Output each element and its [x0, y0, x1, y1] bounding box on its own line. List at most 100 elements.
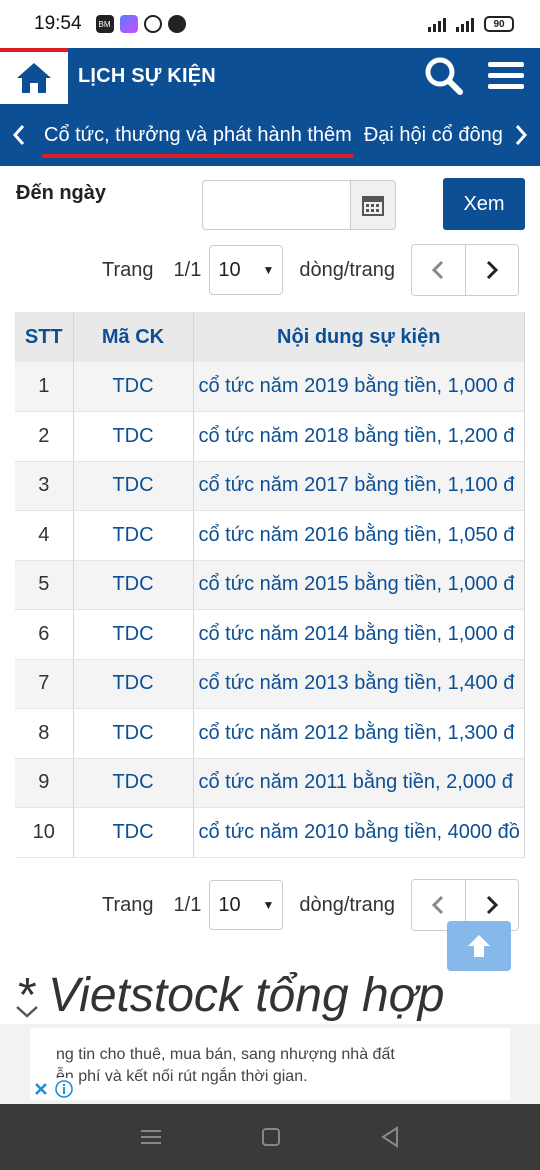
tab-label: Đại hội cổ đông: [363, 123, 502, 146]
table-row: 7 TDC cổ tức năm 2013 bằng tiền, 1,400 đ: [15, 659, 525, 709]
cell-ma-ck[interactable]: TDC: [73, 461, 194, 511]
table-row: 1 TDC cổ tức năm 2019 bằng tiền, 1,000 đ: [15, 362, 525, 412]
cell-ma-ck[interactable]: TDC: [73, 758, 194, 808]
tab-bar: Cổ tức, thưởng và phát hành thêm Đại hội…: [0, 104, 540, 166]
cell-ma-ck[interactable]: TDC: [73, 411, 194, 462]
col-header-stt: STT: [15, 312, 74, 362]
page-number: 1/1: [173, 258, 202, 281]
status-time: 19:54: [34, 13, 82, 34]
battery-icon: 90: [484, 16, 514, 32]
cell-ma-ck[interactable]: TDC: [73, 560, 194, 610]
signal-icon-2: [456, 16, 474, 32]
cell-ma-ck[interactable]: TDC: [73, 659, 194, 709]
scroll-top-button[interactable]: [447, 921, 511, 971]
system-nav-bar: [0, 1104, 540, 1170]
tab-dai-hoi-co-dong[interactable]: Đại hội cổ đông: [358, 104, 502, 166]
cell-noi-dung[interactable]: cổ tức năm 2018 bằng tiền, 1,200 đ: [193, 411, 525, 462]
table-row: 9 TDC cổ tức năm 2011 bằng tiền, 2,000 đ: [15, 758, 525, 808]
page-title: LỊCH SỰ KIỆN: [78, 64, 216, 87]
info-icon: [55, 1080, 73, 1098]
home-icon: [17, 63, 51, 93]
table-row: 5 TDC cổ tức năm 2015 bằng tiền, 1,000 đ: [15, 560, 525, 610]
col-header-noi-dung: Nội dung sự kiện: [193, 312, 525, 362]
ad-close-button[interactable]: [30, 1078, 52, 1100]
signal-icon: [428, 16, 446, 32]
app-icon: [119, 15, 138, 33]
home-nav-icon[interactable]: [261, 1127, 281, 1147]
cell-stt: 1: [15, 362, 74, 412]
table-header-row: STT Mã CK Nội dung sự kiện: [15, 312, 525, 362]
cell-noi-dung[interactable]: cổ tức năm 2015 bằng tiền, 1,000 đ: [193, 560, 525, 610]
status-bar: 19:54 BM 90: [0, 0, 540, 48]
table-row: 6 TDC cổ tức năm 2014 bằng tiền, 1,000 đ: [15, 609, 525, 660]
table-row: 10 TDC cổ tức năm 2010 bằng tiền, 4000 đ…: [15, 807, 525, 858]
page-nav: [410, 244, 519, 296]
dropdown-arrow-icon: ▼: [262, 898, 275, 912]
top-nav: LỊCH SỰ KIỆN: [0, 48, 540, 104]
cell-stt: 8: [15, 708, 74, 759]
cell-ma-ck[interactable]: TDC: [73, 362, 194, 412]
tab-prev-button[interactable]: [0, 104, 38, 166]
chevron-right-icon: [486, 260, 499, 280]
cell-stt: 9: [15, 758, 74, 808]
cell-noi-dung[interactable]: cổ tức năm 2012 bằng tiền, 1,300 đ: [193, 708, 525, 759]
cell-ma-ck[interactable]: TDC: [73, 510, 194, 561]
ad-content[interactable]: ng tin cho thuê, mua bán, sang nhượng nh…: [30, 1028, 510, 1100]
page-number: 1/1: [173, 893, 202, 916]
rows-per-page-value: 10: [218, 893, 241, 916]
recent-apps-icon[interactable]: [140, 1128, 162, 1146]
cell-noi-dung[interactable]: cổ tức năm 2010 bằng tiền, 4000 đồ: [193, 807, 525, 858]
cell-ma-ck[interactable]: TDC: [73, 609, 194, 660]
events-table: STT Mã CK Nội dung sự kiện 1 TDC cổ tức …: [15, 312, 525, 858]
tab-next-button[interactable]: [502, 104, 540, 166]
prev-page-button[interactable]: [411, 245, 465, 295]
football-icon: [167, 15, 186, 33]
view-button[interactable]: Xem: [443, 178, 525, 230]
search-icon[interactable]: [424, 56, 464, 96]
cell-stt: 2: [15, 411, 74, 462]
cell-noi-dung[interactable]: cổ tức năm 2016 bằng tiền, 1,050 đ: [193, 510, 525, 561]
chevron-left-icon: [432, 260, 444, 280]
cell-noi-dung[interactable]: cổ tức năm 2017 bằng tiền, 1,100 đ: [193, 461, 525, 511]
rows-per-page-label: dòng/trang: [299, 893, 395, 916]
battery-level: 90: [493, 18, 505, 30]
ad-collapse-button[interactable]: [12, 1000, 42, 1024]
tab-label: Cổ tức, thưởng và phát hành thêm: [44, 123, 352, 146]
promo-heading: * Vietstock tổng hợp: [16, 969, 445, 1022]
chevron-left-icon: [432, 895, 444, 915]
rows-per-page-value: 10: [218, 258, 241, 281]
ad-info-button[interactable]: [53, 1078, 75, 1100]
table-row: 2 TDC cổ tức năm 2018 bằng tiền, 1,200 đ: [15, 411, 525, 462]
notification-icons: BM: [95, 15, 186, 33]
ad-text-line-2: ễn phí và kết nối rút ngắn thời gian.: [56, 1068, 308, 1085]
col-header-ma-ck: Mã CK: [73, 312, 194, 362]
ad-text-line-1: ng tin cho thuê, mua bán, sang nhượng nh…: [56, 1046, 395, 1063]
next-page-button[interactable]: [464, 245, 518, 295]
close-icon: [35, 1083, 47, 1095]
arrow-up-icon: [468, 935, 490, 957]
page-label: Trang: [102, 893, 154, 916]
vpn-icon: [143, 15, 162, 33]
cell-noi-dung[interactable]: cổ tức năm 2011 bằng tiền, 2,000 đ: [193, 758, 525, 808]
dropdown-arrow-icon: ▼: [262, 263, 275, 277]
rows-per-page-select[interactable]: 10 ▼: [209, 245, 284, 295]
ad-banner[interactable]: ng tin cho thuê, mua bán, sang nhượng nh…: [0, 1024, 540, 1104]
menu-icon[interactable]: [488, 60, 524, 92]
cell-ma-ck[interactable]: TDC: [73, 807, 194, 858]
tab-co-tuc[interactable]: Cổ tức, thưởng và phát hành thêm: [38, 104, 358, 166]
pagination-top: Trang 1/1 10 ▼ dòng/trang: [0, 244, 540, 296]
cell-ma-ck[interactable]: TDC: [73, 708, 194, 759]
home-button[interactable]: [0, 48, 68, 104]
chevron-right-icon: [486, 895, 499, 915]
calendar-button[interactable]: [350, 180, 396, 230]
cell-noi-dung[interactable]: cổ tức năm 2019 bằng tiền, 1,000 đ: [193, 362, 525, 412]
date-input[interactable]: [202, 180, 352, 230]
cell-stt: 7: [15, 659, 74, 709]
cell-stt: 5: [15, 560, 74, 610]
chevron-left-icon: [12, 125, 25, 145]
rows-per-page-select[interactable]: 10 ▼: [209, 880, 284, 930]
back-icon[interactable]: [380, 1126, 400, 1148]
cell-noi-dung[interactable]: cổ tức năm 2013 bằng tiền, 1,400 đ: [193, 659, 525, 709]
cell-noi-dung[interactable]: cổ tức năm 2014 bằng tiền, 1,000 đ: [193, 609, 525, 660]
filter-date-label: Đến ngày: [16, 182, 107, 204]
